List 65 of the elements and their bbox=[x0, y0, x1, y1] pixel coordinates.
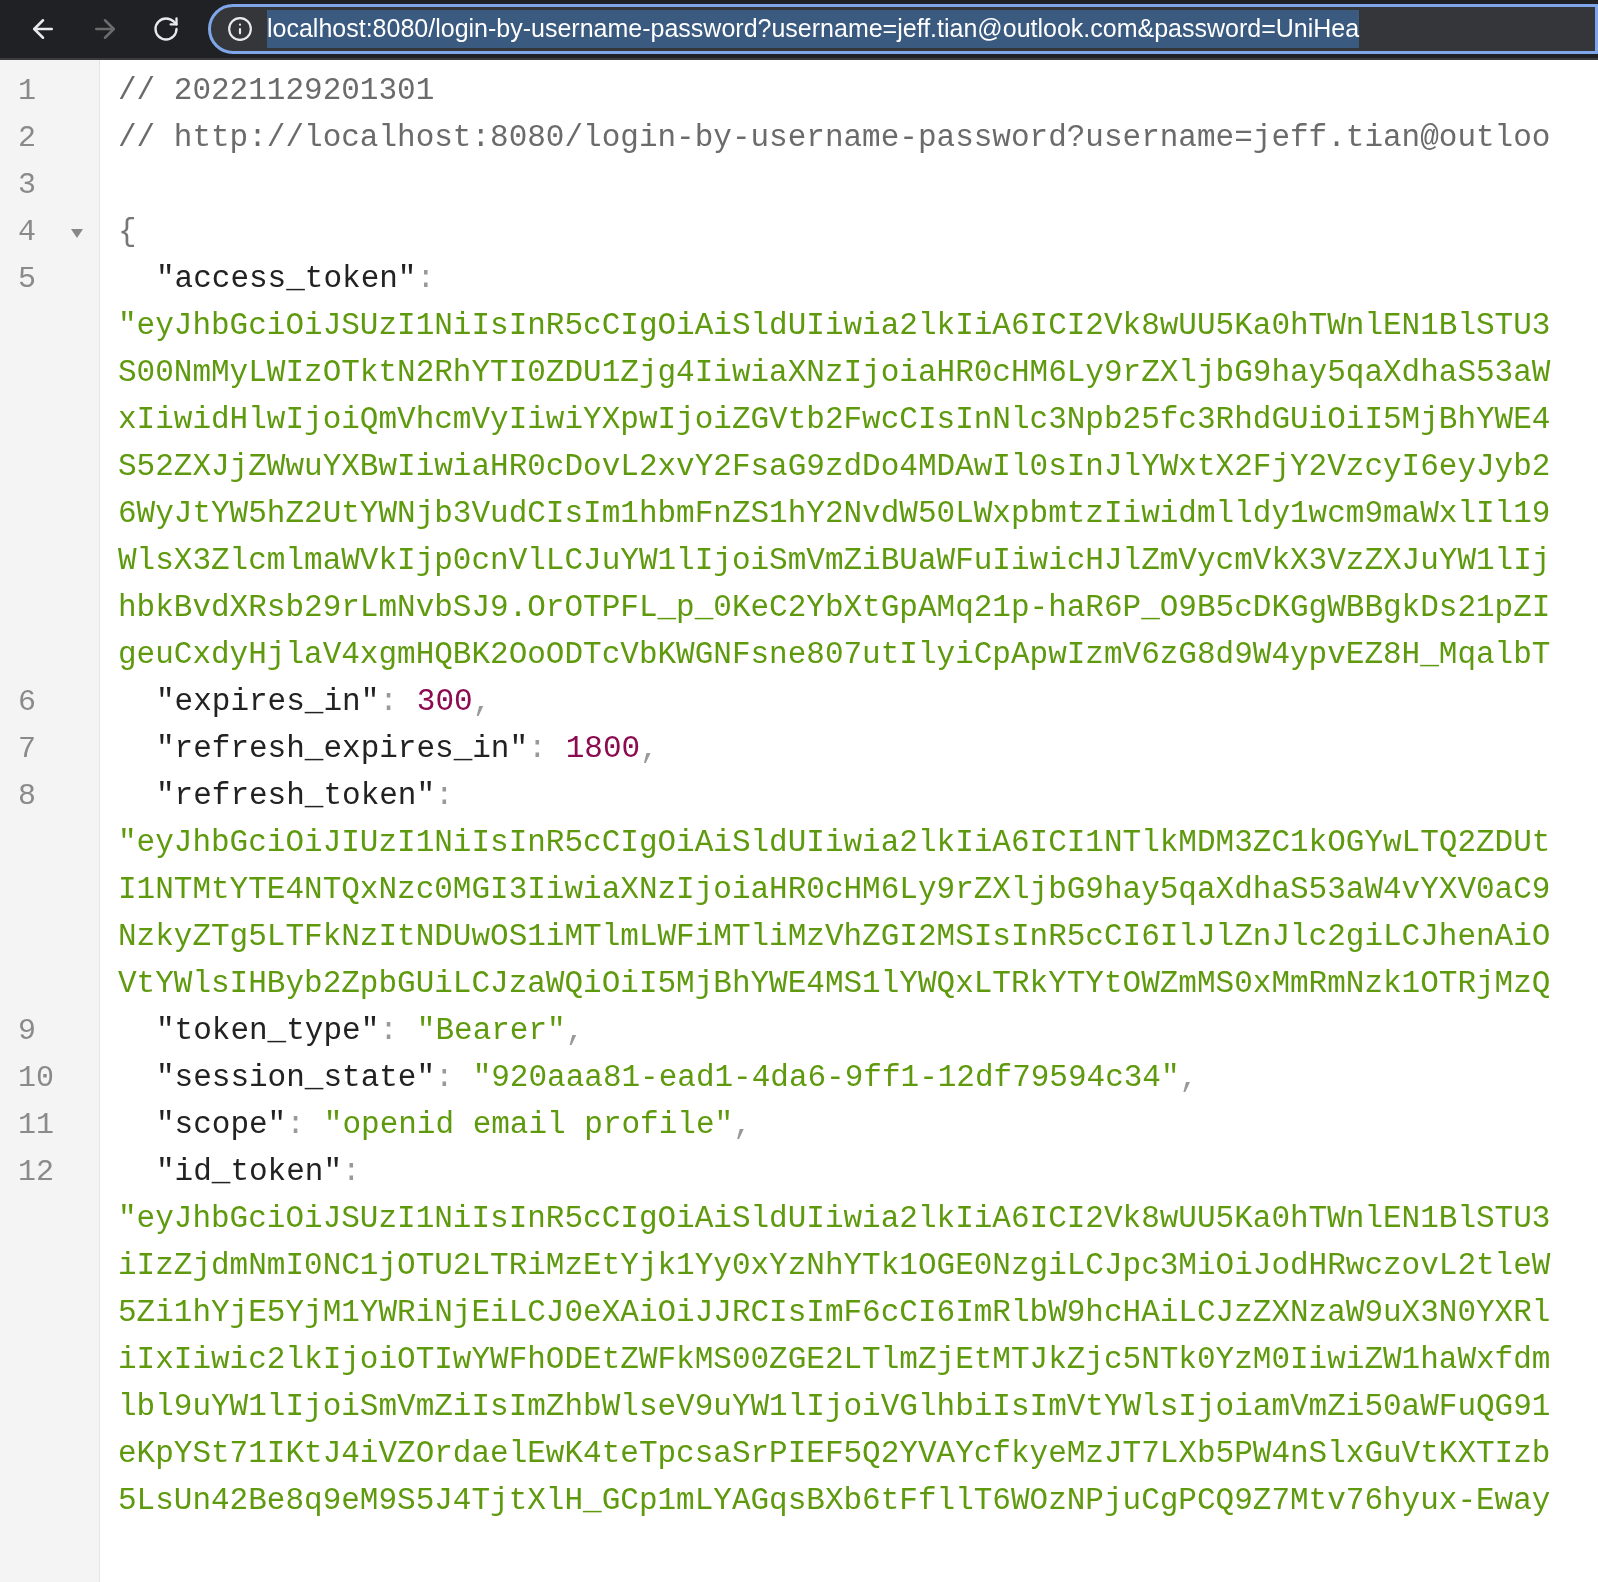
string-value: S52ZXJjZWwuYXBwIiwiaHR0cDovL2xvY2FsaG9zdDo4MDAwIl0sInJlYWxtX2FjY2VzcyI6eyJyb2 bbox=[118, 448, 1551, 487]
line-number: 5 bbox=[18, 261, 36, 298]
string-value: WlsX3ZlcmlmaWVkIjp0cnVlLCJuYW1lIjoiSmVmZiBUaWFuIiwicHJlZmVycmVkX3VzZXJuYW1lIj bbox=[118, 542, 1551, 581]
json-key: "refresh_token" bbox=[156, 773, 436, 820]
line-number: 8 bbox=[18, 778, 36, 815]
url-text: localhost:8080/login-by-username-password?username=jeff.tian@outlook.com&password=UniHea bbox=[267, 10, 1360, 48]
string-value: 5LsUn42Be8q9eM9S5J4TjtXlH_GCp1mLYAGqsBXb6tFfllT6WOzNPjuCgPCQ9Z7Mtv76hyux-Eway bbox=[118, 1482, 1551, 1521]
line-number: 4 bbox=[18, 214, 36, 251]
colon: : bbox=[416, 260, 436, 299]
string-value: "eyJhbGciOiJSUzI1NiIsInR5cCIgOiAiSldUIiwia2lkIiA6ICI2Vk8wUU5Ka0hTWnlEN1BlSTU3 bbox=[118, 307, 1551, 346]
info-icon[interactable] bbox=[227, 16, 253, 42]
line-number: 3 bbox=[18, 167, 36, 204]
json-key: "session_state" bbox=[156, 1055, 436, 1102]
string-value: "eyJhbGciOiJSUzI1NiIsInR5cCIgOiAiSldUIiwia2lkIiA6ICI2Vk8wUU5Ka0hTWnlEN1BlSTU3 bbox=[118, 1200, 1551, 1239]
line-number: 12 bbox=[18, 1154, 54, 1191]
code-comment: // 20221129201301 bbox=[118, 72, 435, 111]
json-value: "openid email profile" bbox=[323, 1106, 734, 1145]
json-key: "scope" bbox=[156, 1102, 287, 1149]
comma: , bbox=[472, 683, 492, 722]
json-key: "access_token" bbox=[156, 256, 417, 303]
string-value: I1NTMtYTE4NTQxNzc0MGI3IiwiaXNzIjoiaHR0cHM6Ly9rZXljbG9hay5qaXdhaS53aW4vYXV0aC9 bbox=[118, 871, 1551, 910]
line-number: 7 bbox=[18, 731, 36, 768]
string-value: hbkBvdXRsb29rLmNvbSJ9.OrOTPFL_p_0KeC2YbXtGpAMq21p-haR6P_O9B5cDKGgWBBgkDs21pZI bbox=[118, 589, 1551, 628]
string-value: lbl9uYW1lIjoiSmVmZiIsImZhbWlseV9uYW1lIjoiVGlhbiIsImVtYWlsIjoiamVmZi50aWFuQG91 bbox=[118, 1388, 1551, 1427]
string-value: S00NmMyLWIzOTktN2RhYTI0ZDU1Zjg4IiwiaXNzIjoiaHR0cHM6Ly9rZXljbG9hay5qaXdhaS53aW bbox=[118, 354, 1551, 393]
line-number: 10 bbox=[18, 1060, 54, 1097]
string-value: xIiwidHlwIjoiQmVhcmVyIiwiYXpwIjoiZGVtb2FwcCIsInNlc3Npb25fc3RhdGUiOiI5MjBhYWE4 bbox=[118, 401, 1551, 440]
json-value: "Bearer" bbox=[416, 1012, 566, 1051]
brace: { bbox=[118, 213, 137, 252]
code-comment: // http://localhost:8080/login-by-username-password?username=jeff.tian@outloo bbox=[118, 119, 1551, 158]
colon: : bbox=[342, 1153, 361, 1192]
string-value: 5Zi1hYjE5YjM1YWRiNjEiLCJ0eXAiOiJJRCIsImF6cCI6ImRlbW9hcHAiLCJzZXNzaW9uX3N0YXRl bbox=[118, 1294, 1551, 1333]
fold-triangle-icon[interactable] bbox=[70, 227, 84, 239]
json-value: 1800 bbox=[565, 730, 641, 769]
line-number: 9 bbox=[18, 1013, 36, 1050]
colon: : bbox=[379, 1012, 398, 1051]
string-value: 6WyJtYW5hZ2UtYWNjb3VudCIsIm1hbmFnZS1hY2NvdW50LWxpbmtzIiwidmlldy1wcm9maWxlIl19 bbox=[118, 495, 1551, 534]
line-number: 6 bbox=[18, 684, 36, 721]
json-value: "920aaa81-ead1-4da6-9ff1-12df79594c34" bbox=[472, 1059, 1180, 1098]
json-key: "expires_in" bbox=[156, 679, 380, 726]
json-key: "token_type" bbox=[156, 1008, 380, 1055]
line-number: 11 bbox=[18, 1107, 54, 1144]
address-bar[interactable]: localhost:8080/login-by-username-password?username=jeff.tian@outlook.com&password=UniHea bbox=[208, 4, 1598, 54]
json-key: "id_token" bbox=[156, 1149, 343, 1196]
string-value: NzkyZTg5LTFkNzItNDUwOS1iMTlmLWFiMTliMzVhZGI2MSIsInR5cCI6IlJlZnJlc2giLCJhenAiO bbox=[118, 918, 1551, 957]
string-value: VtYWlsIHByb2ZpbGUiLCJzaWQiOiI5MjBhYWE4MS1lYWQxLTRkYTYtOWZmMS0xMmRmNzk1OTRjMzQ bbox=[118, 965, 1551, 1004]
json-key: "refresh_expires_in" bbox=[156, 726, 529, 773]
reload-icon[interactable] bbox=[152, 15, 180, 43]
comma: , bbox=[565, 1012, 585, 1051]
colon: : bbox=[286, 1106, 305, 1145]
string-value: "eyJhbGciOiJIUzI1NiIsInR5cCIgOiAiSldUIiwia2lkIiA6ICI1NTlkMDM3ZC1kOGYwLTQ2ZDUt bbox=[118, 824, 1551, 863]
string-value: iIxIiwic2lkIjoiOTIwYWFhODEtZWFkMS00ZGE2LTlmZjEtMTJkZjc5NTk0YzM0IiwiZW1haWxfdm bbox=[118, 1341, 1551, 1380]
comma: , bbox=[640, 730, 659, 769]
comma: , bbox=[733, 1106, 752, 1145]
line-number: 1 bbox=[18, 73, 36, 110]
comma: , bbox=[1179, 1059, 1199, 1098]
line-number: 2 bbox=[18, 120, 36, 157]
colon: : bbox=[528, 730, 547, 769]
string-value: eKpYSt71IKtJ4iVZOrdaelEwK4teTpcsaSrPIEF5Q2YVAYcfkyeMzJT7LXb5PW4nSlxGuVtKXTIzb bbox=[118, 1435, 1551, 1474]
colon: : bbox=[435, 1059, 454, 1098]
string-value: geuCxdyHjlaV4xgmHQBK2OoODTcVbKWGNFsne807utIlyiCpApwIzmV6zG8d9W4ypvEZ8H_MqalbT bbox=[118, 636, 1551, 675]
json-value: 300 bbox=[416, 683, 473, 722]
colon: : bbox=[435, 777, 454, 816]
colon: : bbox=[379, 683, 398, 722]
string-value: iIzZjdmNmI0NC1jOTU2LTRiMzEtYjk1Yy0xYzNhYTk1OGE0NzgiLCJpc3MiOiJodHRwczovL2tleW bbox=[118, 1247, 1551, 1286]
